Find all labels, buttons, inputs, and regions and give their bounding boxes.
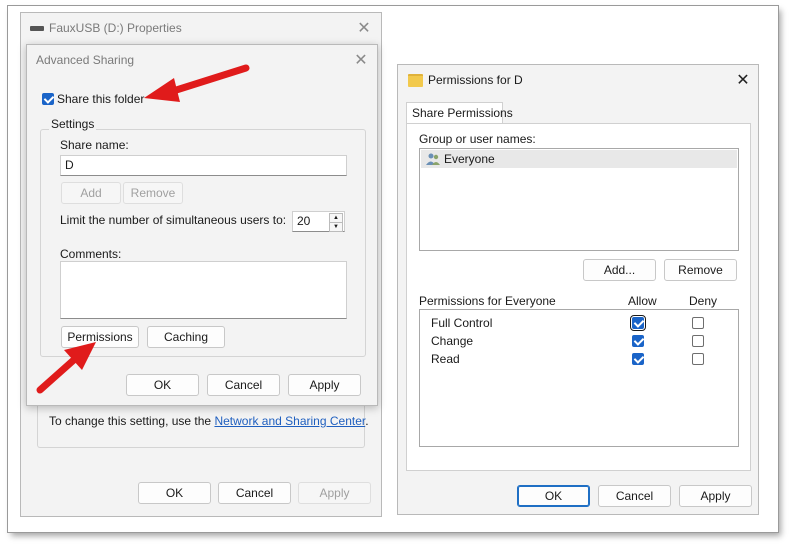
- note-prefix: To change this setting, use the: [49, 414, 215, 428]
- permissions-titlebar: Permissions for D ✕: [398, 65, 758, 95]
- perm-apply-button[interactable]: Apply: [679, 485, 752, 507]
- arrow-to-share-checkbox: [144, 64, 250, 102]
- properties-ok-button[interactable]: OK: [138, 482, 211, 504]
- drive-icon: [30, 26, 44, 31]
- deny-read-checkbox[interactable]: [692, 353, 704, 365]
- remove-button[interactable]: Remove: [123, 182, 183, 204]
- deny-change-checkbox[interactable]: [692, 335, 704, 347]
- users-icon: [426, 153, 440, 165]
- allow-header: Allow: [628, 294, 657, 308]
- perm-for-label: Permissions for Everyone: [419, 294, 556, 308]
- perm-remove-button[interactable]: Remove: [664, 259, 737, 281]
- permissions-table: Full Control Change Read: [419, 309, 739, 447]
- tab-share-permissions[interactable]: Share Permissions: [406, 102, 513, 123]
- chevron-down-icon[interactable]: ▼: [329, 222, 343, 232]
- share-folder-checkbox[interactable]: [42, 93, 54, 105]
- user-name: Everyone: [444, 152, 495, 166]
- note-suffix: .: [365, 414, 369, 428]
- users-list[interactable]: Everyone: [419, 148, 739, 251]
- deny-full-control-checkbox[interactable]: [692, 317, 704, 329]
- share-name-input[interactable]: D: [60, 155, 347, 176]
- caching-button[interactable]: Caching: [147, 326, 225, 348]
- properties-title: FauxUSB (D:) Properties: [49, 21, 182, 35]
- perm-name-full-control: Full Control: [431, 316, 493, 330]
- arrow-to-permissions-button: [36, 342, 96, 394]
- comments-input[interactable]: [60, 261, 347, 319]
- perm-name-change: Change: [431, 334, 474, 348]
- properties-cancel-button[interactable]: Cancel: [218, 482, 291, 504]
- perm-add-button[interactable]: Add...: [583, 259, 656, 281]
- advanced-sharing-title: Advanced Sharing: [36, 53, 135, 67]
- properties-note: To change this setting, use the Network …: [49, 414, 369, 428]
- properties-titlebar: FauxUSB (D:) Properties ✕: [21, 13, 381, 43]
- add-button[interactable]: Add: [61, 182, 121, 204]
- close-icon[interactable]: ✕: [736, 73, 750, 89]
- list-item[interactable]: Everyone: [421, 150, 737, 168]
- perm-ok-button[interactable]: OK: [517, 485, 590, 507]
- share-folder-label: Share this folder: [57, 92, 145, 106]
- properties-apply-button[interactable]: Apply: [298, 482, 371, 504]
- allow-full-control-checkbox[interactable]: [630, 315, 646, 331]
- tab-label: Share Permissions: [412, 106, 513, 120]
- group-names-label: Group or user names:: [419, 132, 536, 146]
- perm-name-read: Read: [431, 352, 460, 366]
- allow-read-checkbox[interactable]: [632, 353, 644, 365]
- folder-icon: [408, 74, 423, 87]
- advanced-apply-button[interactable]: Apply: [288, 374, 361, 396]
- permissions-title: Permissions for D: [428, 73, 523, 87]
- allow-change-checkbox[interactable]: [632, 335, 644, 347]
- limit-users-stepper[interactable]: 20 ▲ ▼: [292, 211, 345, 232]
- settings-label: Settings: [49, 117, 97, 131]
- network-sharing-center-link[interactable]: Network and Sharing Center: [214, 414, 365, 428]
- close-icon[interactable]: ✕: [357, 21, 371, 37]
- advanced-cancel-button[interactable]: Cancel: [207, 374, 280, 396]
- limit-users-label: Limit the number of simultaneous users t…: [60, 213, 287, 227]
- deny-header: Deny: [689, 294, 718, 308]
- perm-cancel-button[interactable]: Cancel: [598, 485, 671, 507]
- comments-label: Comments:: [60, 247, 122, 261]
- share-name-label: Share name:: [60, 138, 129, 152]
- close-icon[interactable]: ✕: [354, 53, 368, 69]
- advanced-ok-button[interactable]: OK: [126, 374, 199, 396]
- limit-users-value: 20: [297, 214, 311, 228]
- permissions-dialog: Permissions for D ✕ Share Permissions Gr…: [397, 64, 759, 515]
